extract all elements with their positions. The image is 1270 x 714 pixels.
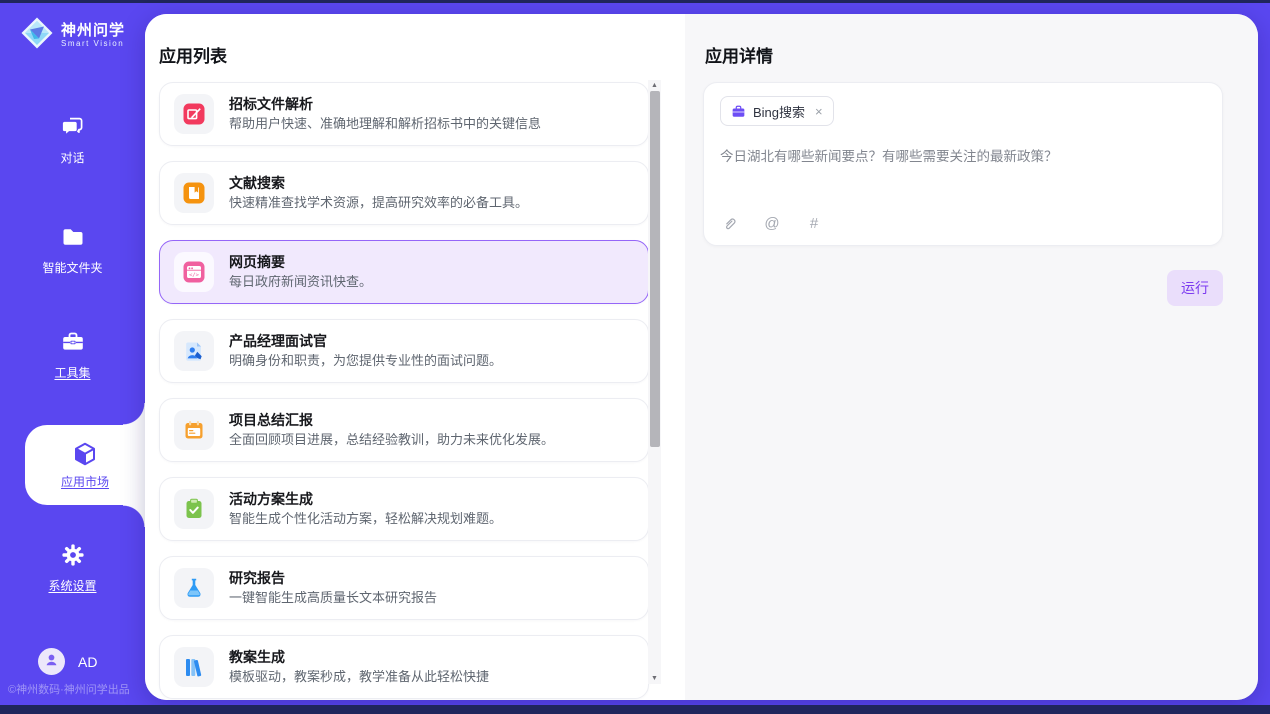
sidebar-item-chat[interactable]: 对话: [0, 113, 145, 166]
tool-tag-label: Bing搜索: [753, 102, 805, 121]
app-card-pm-interviewer[interactable]: 产品经理面试官 明确身份和职责，为您提供专业性的面试问题。: [159, 319, 649, 383]
toolbox-icon: [59, 328, 87, 356]
app-card-lesson-plan[interactable]: 教案生成 模板驱动，教案秒成，教学准备从此轻松快捷: [159, 635, 649, 699]
query-text[interactable]: 今日湖北有哪些新闻要点？有哪些需要关注的最新政策？: [720, 147, 1206, 166]
prompt-card: Bing搜索 × 今日湖北有哪些新闻要点？有哪些需要关注的最新政策？ @#: [703, 82, 1223, 246]
brand: 神州问学 Smart Vision: [20, 16, 125, 55]
edit-note-icon: [182, 102, 206, 126]
app-card-activity-plan[interactable]: 活动方案生成 智能生成个性化活动方案，轻松解决规划难题。: [159, 477, 649, 541]
books-icon: [182, 655, 206, 679]
sidebar-item-label: 应用市场: [61, 473, 109, 490]
scroll-up-arrow[interactable]: ▲: [651, 80, 658, 91]
person-icon: [43, 651, 60, 673]
app-card-research-report[interactable]: 研究报告 一键智能生成高质量长文本研究报告: [159, 556, 649, 620]
app-card-tender-analysis[interactable]: 招标文件解析 帮助用户快速、准确地理解和解析招标书中的关键信息: [159, 82, 649, 146]
chat-icon: [59, 113, 87, 141]
gear-icon: [59, 541, 87, 569]
diamond-logo-icon: [20, 16, 54, 55]
clipboard-check-icon: [182, 497, 206, 521]
top-edge-bar: [0, 0, 1270, 3]
cube-icon: [71, 440, 99, 468]
user-label: AD: [78, 654, 97, 670]
sidebar-item-smart-folders[interactable]: 智能文件夹: [0, 223, 145, 276]
app-detail-title: 应用详情: [705, 42, 773, 67]
app-window: 神州问学 Smart Vision 对话 智能文件夹 工具集 应用市场 系统设置…: [0, 0, 1270, 714]
flask-icon: [182, 576, 206, 600]
sidebar-item-system-settings[interactable]: 系统设置: [0, 541, 145, 594]
scrollbar-thumb[interactable]: [650, 91, 660, 447]
app-list-panel: 应用列表 招标文件解析 帮助用户快速、准确地理解和解析招标书中的关键信息 文献搜…: [145, 14, 685, 700]
app-card-title: 项目总结汇报: [229, 413, 554, 428]
avatar: [38, 648, 65, 675]
briefcase-icon: [731, 104, 746, 119]
sidebar: 神州问学 Smart Vision 对话 智能文件夹 工具集 应用市场 系统设置…: [0, 3, 145, 705]
app-card-literature-search[interactable]: 文献搜索 快速精准查找学术资源，提高研究效率的必备工具。: [159, 161, 649, 225]
scroll-down-arrow[interactable]: ▼: [651, 673, 658, 684]
app-card-project-summary[interactable]: 项目总结汇报 全面回顾项目进展，总结经验教训，助力未来优化发展。: [159, 398, 649, 462]
svg-text:</>: </>: [189, 272, 200, 278]
brand-subtitle: Smart Vision: [61, 39, 125, 49]
hash-icon[interactable]: #: [805, 215, 823, 233]
attachment-icon[interactable]: [721, 215, 739, 233]
app-detail-panel: 应用详情 Bing搜索 × 今日湖北有哪些新闻要点？有哪些需要关注的最新政策？ …: [685, 14, 1258, 700]
folder-icon: [59, 223, 87, 251]
sidebar-item-toolset[interactable]: 工具集: [0, 328, 145, 381]
app-list: 招标文件解析 帮助用户快速、准确地理解和解析招标书中的关键信息 文献搜索 快速精…: [159, 82, 649, 699]
app-card-description: 明确身份和职责，为您提供专业性的面试问题。: [229, 354, 502, 368]
app-card-title: 产品经理面试官: [229, 334, 502, 349]
book-icon: [182, 181, 206, 205]
brand-name: 神州问学: [61, 22, 125, 39]
prompt-toolbar: @#: [721, 215, 823, 233]
app-list-title: 应用列表: [159, 42, 227, 67]
scrollbar[interactable]: ▲ ▼: [648, 80, 661, 684]
app-card-title: 网页摘要: [229, 255, 372, 270]
app-card-web-summary[interactable]: </> 网页摘要 每日政府新闻资讯快查。: [159, 240, 649, 304]
sidebar-item-label: 智能文件夹: [42, 259, 102, 276]
run-row: 运行: [703, 270, 1223, 306]
calendar-icon: [182, 418, 206, 442]
sidebar-item-label: 系统设置: [48, 577, 96, 594]
app-card-title: 活动方案生成: [229, 492, 502, 507]
sidebar-item-label: 工具集: [54, 364, 90, 381]
main-content: 应用列表 招标文件解析 帮助用户快速、准确地理解和解析招标书中的关键信息 文献搜…: [145, 14, 1258, 700]
app-card-title: 研究报告: [229, 571, 437, 586]
mention-icon[interactable]: @: [763, 215, 781, 233]
browser-code-icon: </>: [182, 260, 206, 284]
app-card-description: 每日政府新闻资讯快查。: [229, 275, 372, 289]
app-card-description: 帮助用户快速、准确地理解和解析招标书中的关键信息: [229, 117, 541, 131]
app-card-title: 招标文件解析: [229, 97, 541, 112]
bottom-edge-bar: [0, 705, 1270, 714]
sidebar-item-label: 对话: [60, 149, 84, 166]
app-card-description: 智能生成个性化活动方案，轻松解决规划难题。: [229, 512, 502, 526]
app-card-title: 文献搜索: [229, 176, 528, 191]
app-card-description: 一键智能生成高质量长文本研究报告: [229, 591, 437, 605]
app-card-description: 快速精准查找学术资源，提高研究效率的必备工具。: [229, 196, 528, 210]
tool-tag-bing-search[interactable]: Bing搜索 ×: [720, 96, 834, 126]
user-row[interactable]: AD: [38, 648, 97, 675]
app-card-description: 全面回顾项目进展，总结经验教训，助力未来优化发展。: [229, 433, 554, 447]
sidebar-item-app-market[interactable]: 应用市场: [25, 425, 145, 505]
app-card-title: 教案生成: [229, 650, 489, 665]
close-icon[interactable]: ×: [815, 104, 823, 119]
app-card-description: 模板驱动，教案秒成，教学准备从此轻松快捷: [229, 670, 489, 684]
run-button[interactable]: 运行: [1167, 270, 1223, 306]
interviewer-icon: [182, 339, 206, 363]
copyright-text: ©神州数码·神州问学出品: [8, 681, 130, 697]
